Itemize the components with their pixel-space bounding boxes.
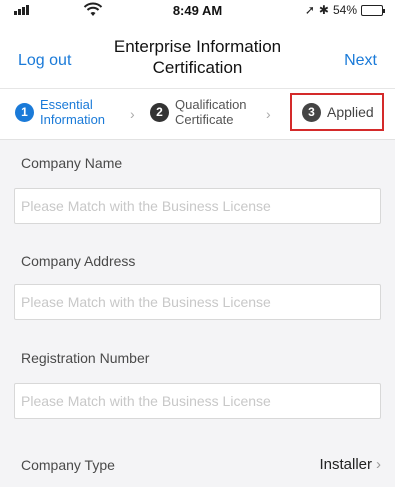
battery-icon <box>361 4 385 16</box>
next-button[interactable]: Next <box>344 52 377 70</box>
registration-number-label: Registration Number <box>21 350 150 366</box>
company-type-selector[interactable]: Company Type Installer › <box>0 440 395 487</box>
status-bar: 8:49 AM ➚ ✱ 54% <box>0 0 395 22</box>
step-number-3: 3 <box>302 102 321 122</box>
logout-button[interactable]: Log out <box>18 52 71 70</box>
step-number-2: 2 <box>150 102 169 122</box>
company-name-input[interactable] <box>14 188 381 224</box>
step-label-line1: Essential <box>40 97 93 112</box>
chevron-right-icon: › <box>266 106 271 122</box>
page-title-line1: Enterprise Information <box>113 37 282 56</box>
location-arrow-icon: ➚ <box>304 3 315 17</box>
company-type-value: Installer <box>319 456 372 473</box>
status-right: ➚ ✱ 54% <box>304 3 385 17</box>
step-indicator: 1 Essential Information › 2 Qualificatio… <box>0 88 395 140</box>
step-label-line2: Information <box>40 112 106 127</box>
chevron-right-icon: › <box>130 106 135 122</box>
step-label-line2: Certificate <box>175 112 234 127</box>
step-number-1: 1 <box>15 102 34 122</box>
company-type-label: Company Type <box>21 457 115 473</box>
navigation-bar: Log out Enterprise Information Certifica… <box>0 22 395 88</box>
step-essential-information[interactable]: 1 Essential Information <box>15 97 105 127</box>
step-label: Applied <box>327 103 374 120</box>
step-qualification-certificate[interactable]: 2 Qualification Certificate <box>150 97 247 127</box>
bluetooth-icon: ✱ <box>318 3 329 17</box>
registration-number-input[interactable] <box>14 383 381 419</box>
page-title-line2: Certification <box>152 58 243 77</box>
chevron-right-icon: › <box>376 456 381 473</box>
company-name-label: Company Name <box>21 155 123 171</box>
step-label: Essential Information <box>40 97 105 127</box>
step-applied[interactable]: 3 Applied <box>290 93 384 131</box>
company-type-value-wrap: Installer › <box>319 456 381 473</box>
page-title: Enterprise Information Certification <box>100 36 295 78</box>
company-address-label: Company Address <box>21 253 136 269</box>
step-label-line1: Qualification <box>175 97 247 112</box>
company-address-input[interactable] <box>14 284 381 320</box>
battery-percent: 54% <box>332 3 357 17</box>
step-label: Qualification Certificate <box>175 97 247 127</box>
